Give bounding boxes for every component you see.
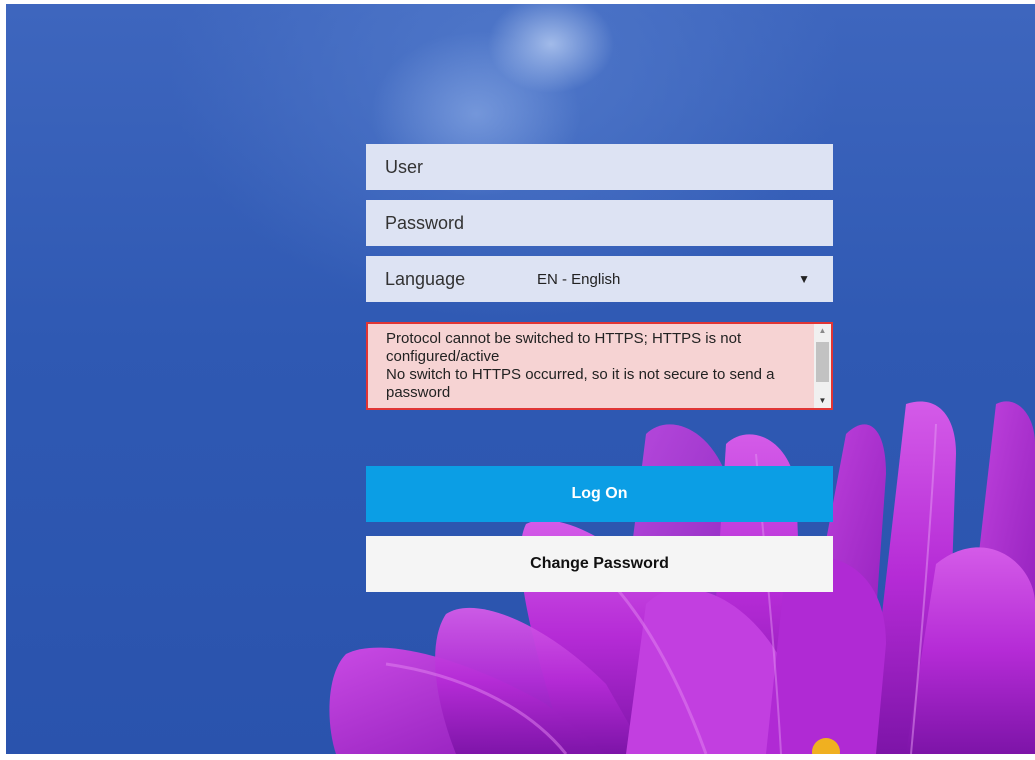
scroll-up-arrow-icon[interactable]: ▲ <box>814 324 831 338</box>
log-on-button[interactable]: Log On <box>366 466 833 522</box>
scroll-down-arrow-icon[interactable]: ▼ <box>814 394 831 408</box>
message-scrollbar[interactable]: ▲ ▼ <box>814 324 831 408</box>
password-input[interactable] <box>385 212 814 234</box>
password-field-container <box>366 200 833 246</box>
login-screen: Language EN - English ▼ Protocol cannot … <box>6 4 1035 754</box>
language-selected-value: EN - English <box>537 270 621 288</box>
user-input[interactable] <box>385 156 814 178</box>
language-label: Language <box>385 268 466 289</box>
warning-text: Protocol cannot be switched to HTTPS; HT… <box>386 330 775 401</box>
https-warning-message: Protocol cannot be switched to HTTPS; HT… <box>366 322 833 410</box>
user-field-container <box>366 144 833 190</box>
change-password-button[interactable]: Change Password <box>366 536 833 592</box>
scroll-thumb[interactable] <box>816 342 829 382</box>
login-form: Language EN - English ▼ Protocol cannot … <box>366 144 833 592</box>
chevron-down-icon: ▼ <box>798 272 810 286</box>
language-select[interactable]: Language EN - English ▼ <box>366 256 833 302</box>
